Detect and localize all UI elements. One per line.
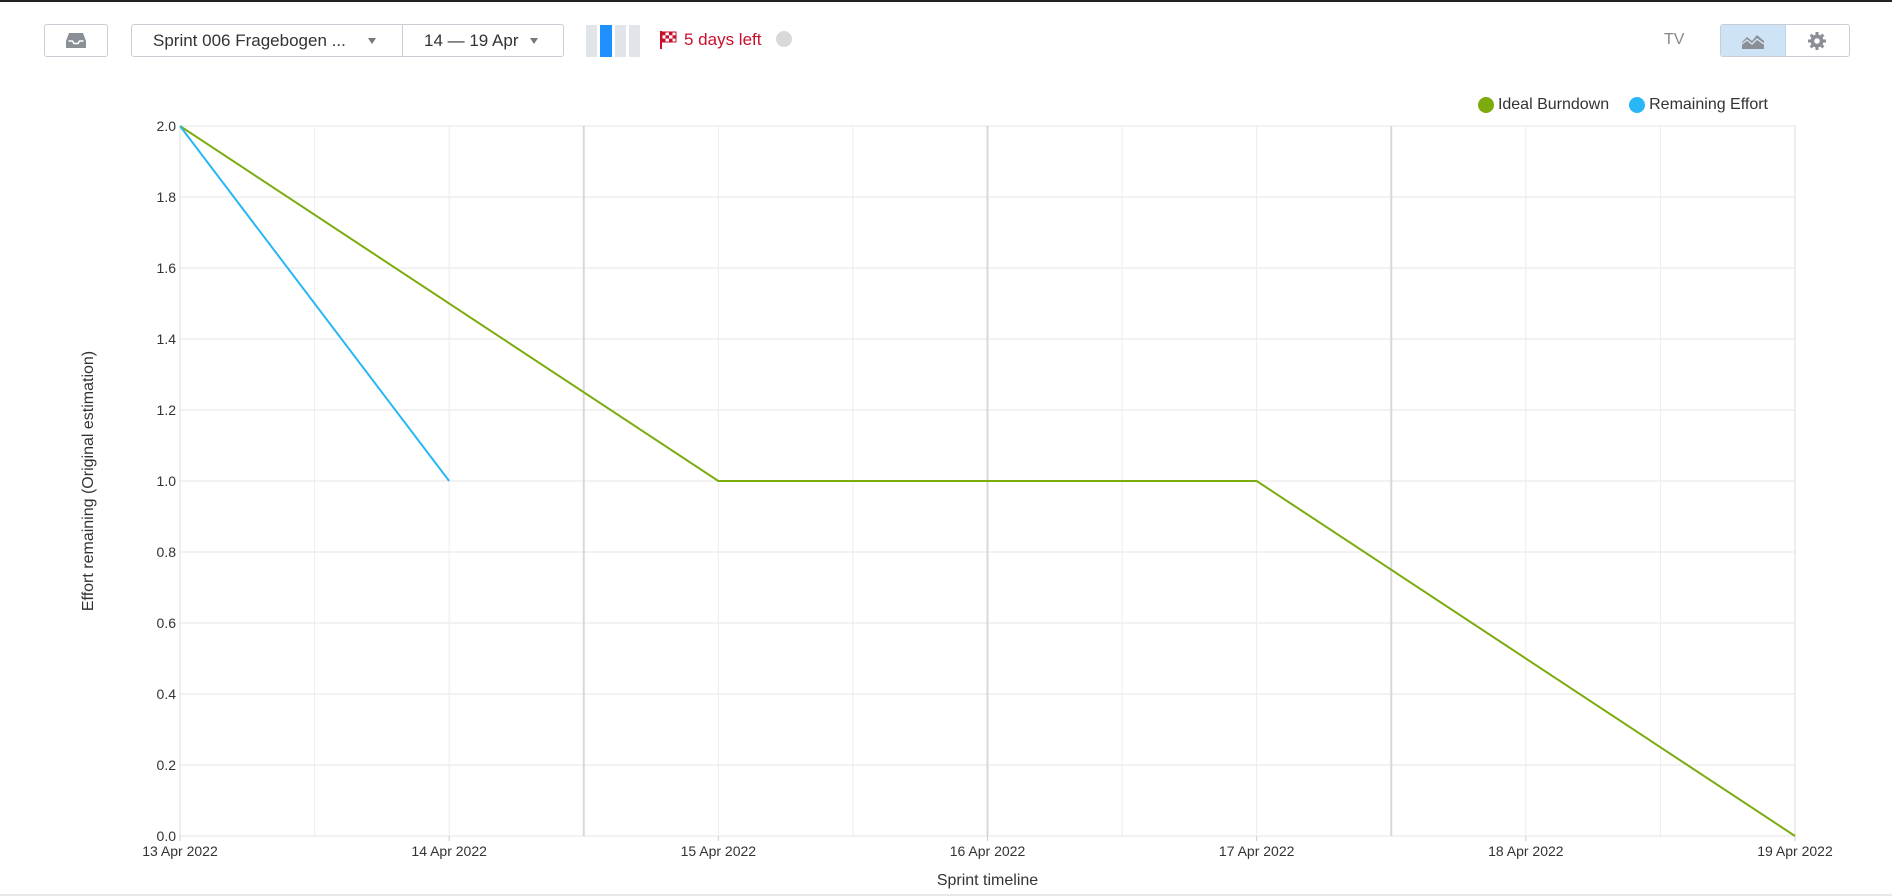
y-tick-label: 0.8 (157, 544, 177, 560)
y-tick-label: 0.6 (157, 615, 177, 631)
y-tick-label: 0.4 (157, 686, 177, 702)
x-axis-title: Sprint timeline (937, 872, 1038, 889)
y-tick-label: 2.0 (157, 118, 177, 134)
y-tick-label: 1.2 (157, 402, 177, 418)
x-tick-label: 18 Apr 2022 (1488, 843, 1564, 859)
x-tick-label: 16 Apr 2022 (950, 843, 1026, 859)
burndown-chart: 0.0 0.2 0.4 0.6 0.8 1.0 1.2 1.4 1.6 1.8 2.0 13 Apr … (80, 118, 1833, 889)
y-tick-label: 0.0 (157, 828, 177, 844)
x-tick-label: 14 Apr 2022 (411, 843, 487, 859)
x-tick-label: 17 Apr 2022 (1219, 843, 1295, 859)
y-axis-title: Effort remaining (Original estimation) (80, 351, 97, 611)
x-tick-label: 15 Apr 2022 (681, 843, 757, 859)
y-tick-label: 0.2 (157, 757, 177, 773)
x-tick-label: 19 Apr 2022 (1757, 843, 1833, 859)
x-tick-label: 13 Apr 2022 (142, 843, 218, 859)
y-tick-label: 1.0 (157, 473, 177, 489)
y-tick-label: 1.6 (157, 260, 177, 276)
y-tick-label: 1.8 (157, 189, 177, 205)
y-tick-label: 1.4 (157, 331, 177, 347)
